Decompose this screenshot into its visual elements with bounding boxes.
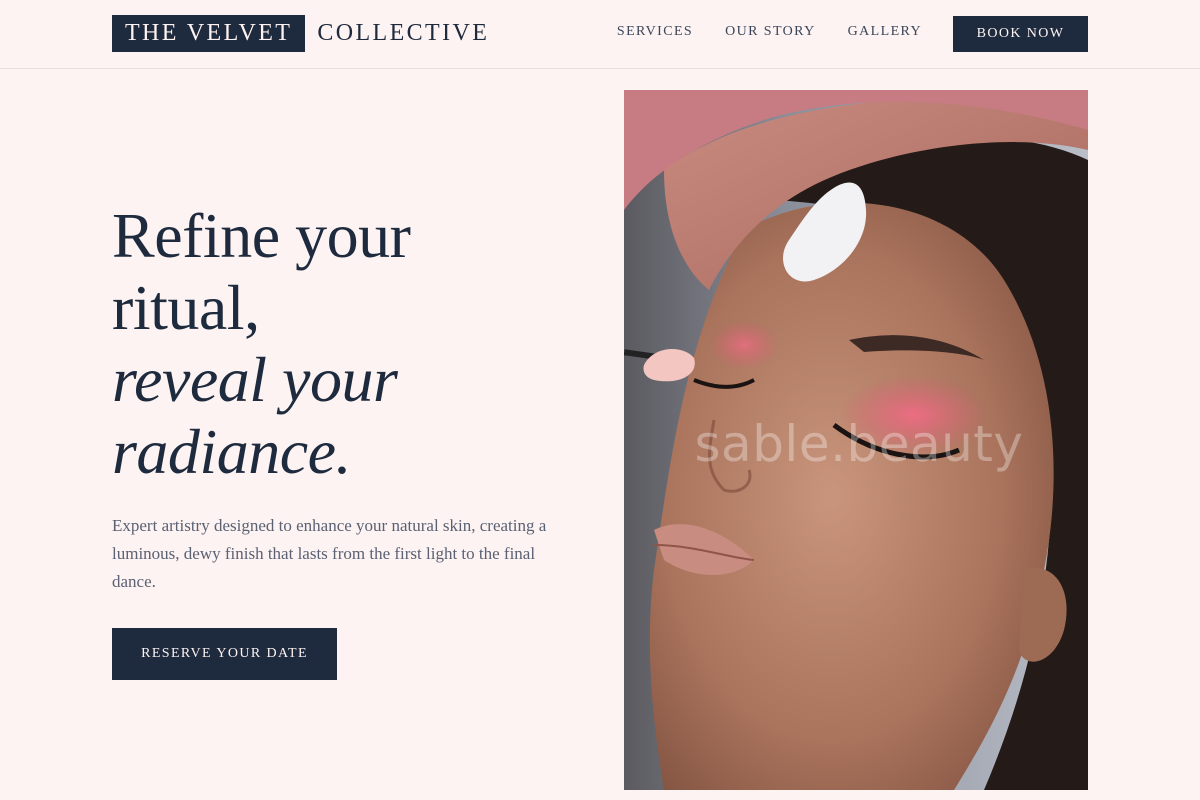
nav-link-gallery[interactable]: GALLERY xyxy=(848,24,922,40)
image-watermark: sable.beauty xyxy=(694,415,1024,473)
nav-link-our-story[interactable]: OUR STORY xyxy=(725,24,816,40)
landing-page: THE VELVET COLLECTIVE SERVICES OUR STORY… xyxy=(0,0,1200,800)
brand-name-rest: COLLECTIVE xyxy=(317,20,490,46)
hero-description: Expert artistry designed to enhance your… xyxy=(112,516,547,591)
main-nav: SERVICES OUR STORY GALLERY xyxy=(617,24,922,40)
brand-name-boxed: THE VELVET xyxy=(112,15,306,52)
brand-logo[interactable]: THE VELVET COLLECTIVE xyxy=(112,15,489,52)
nav-link-services[interactable]: SERVICES xyxy=(617,24,693,40)
hero-title-line-2: ritual, xyxy=(112,272,260,343)
book-now-button[interactable]: BOOK NOW xyxy=(953,16,1088,52)
reserve-date-button[interactable]: RESERVE YOUR DATE xyxy=(112,628,337,680)
hero-makeup-photo: sable.beauty xyxy=(624,90,1088,790)
hero-title-line-3: reveal your xyxy=(112,344,398,415)
hero-title-line-1: Refine your xyxy=(112,200,411,271)
hero-title: Refine your ritual, reveal your radiance… xyxy=(112,200,582,488)
hero-title-line-4: radiance. xyxy=(112,416,352,487)
site-header: THE VELVET COLLECTIVE SERVICES OUR STORY… xyxy=(0,0,1200,69)
